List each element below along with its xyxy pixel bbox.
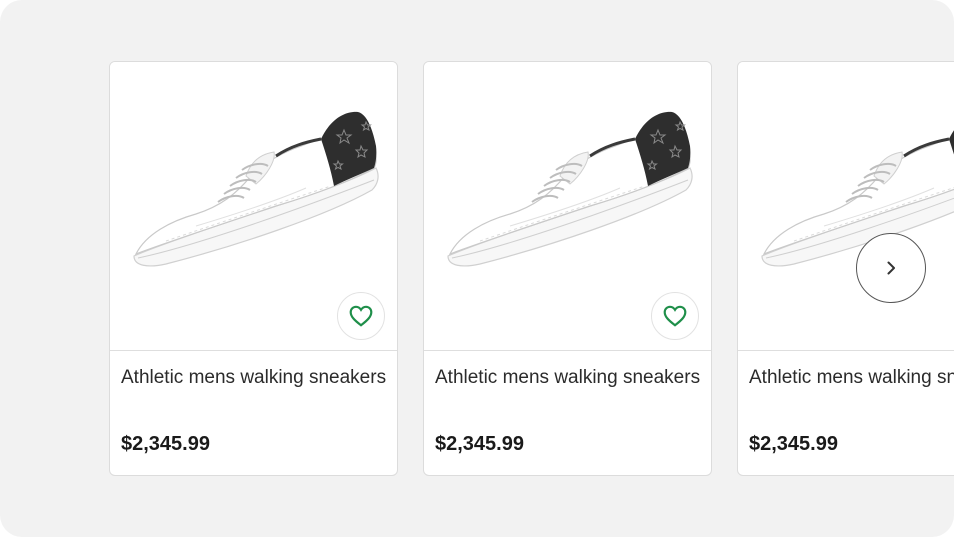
heart-icon xyxy=(349,305,373,327)
product-card[interactable]: Athletic mens walking sneakers $2,345.99 xyxy=(423,61,712,476)
sneaker-image xyxy=(446,110,694,268)
chevron-right-icon xyxy=(887,261,895,275)
product-image-area[interactable] xyxy=(738,62,954,351)
product-title[interactable]: Athletic mens walking sneakers xyxy=(121,363,391,423)
product-image-area[interactable] xyxy=(110,62,397,351)
product-card[interactable]: Athletic mens walking sneakers $2,345.99 xyxy=(109,61,398,476)
carousel-next-button[interactable] xyxy=(856,233,926,303)
product-price: $2,345.99 xyxy=(749,433,838,455)
product-title[interactable]: Athletic mens walking sneakers xyxy=(435,363,705,423)
product-carousel-panel: Athletic mens walking sneakers $2,345.99… xyxy=(0,0,954,537)
sneaker-image xyxy=(132,110,380,268)
product-image-area[interactable] xyxy=(424,62,711,351)
product-price: $2,345.99 xyxy=(121,433,210,455)
product-price: $2,345.99 xyxy=(435,433,524,455)
favorite-button[interactable] xyxy=(651,292,699,340)
product-carousel: Athletic mens walking sneakers $2,345.99… xyxy=(109,61,954,476)
heart-icon xyxy=(663,305,687,327)
favorite-button[interactable] xyxy=(337,292,385,340)
product-title[interactable]: Athletic mens walking sneakers xyxy=(749,363,954,423)
